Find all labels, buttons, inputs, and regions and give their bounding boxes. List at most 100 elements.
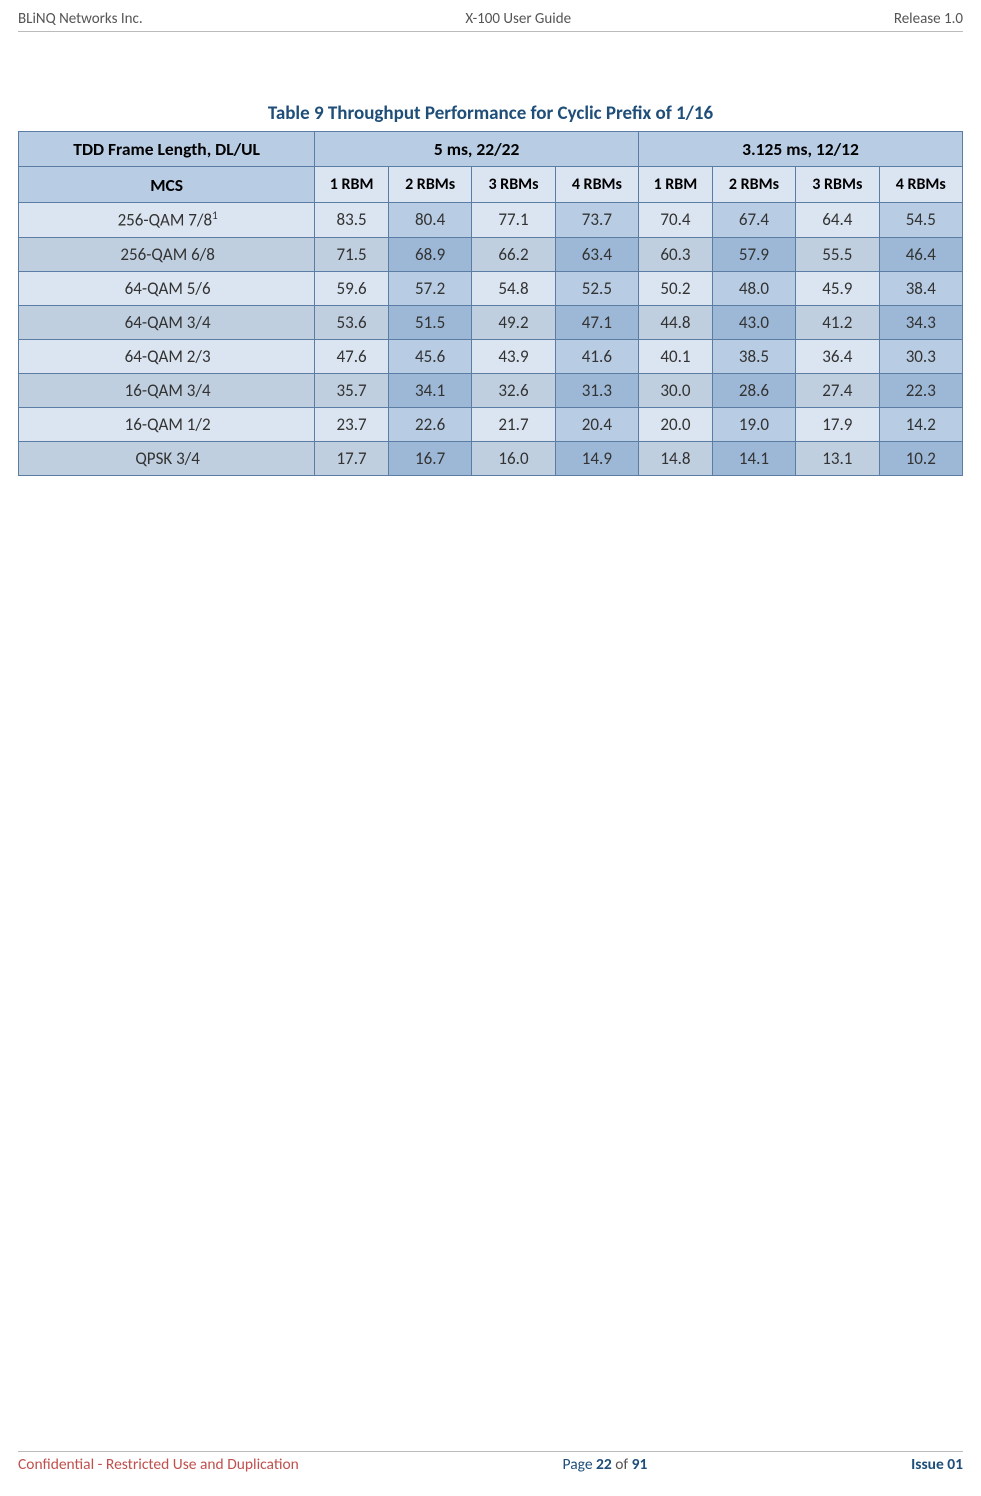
data-cell: 64.4 [796, 203, 879, 238]
table-row: 64-QAM 3/453.651.549.247.144.843.041.234… [19, 305, 963, 339]
col-frame-label: TDD Frame Length, DL/UL [19, 132, 315, 167]
data-cell: 60.3 [639, 237, 713, 271]
col-group-2: 3.125 ms, 12/12 [639, 132, 963, 167]
col-3rbms-a: 3 RBMs [472, 167, 555, 203]
mcs-label: 16-QAM 1/2 [19, 407, 315, 441]
data-cell: 22.6 [388, 407, 471, 441]
data-cell: 67.4 [712, 203, 795, 238]
page-prefix: Page [563, 1455, 596, 1474]
data-cell: 43.9 [472, 339, 555, 373]
data-cell: 50.2 [639, 271, 713, 305]
data-cell: 57.9 [712, 237, 795, 271]
table-caption: Table 9 Throughput Performance for Cycli… [18, 102, 963, 125]
data-cell: 55.5 [796, 237, 879, 271]
table-row: QPSK 3/417.716.716.014.914.814.113.110.2 [19, 441, 963, 475]
data-cell: 49.2 [472, 305, 555, 339]
data-cell: 27.4 [796, 373, 879, 407]
mcs-label: 256-QAM 6/8 [19, 237, 315, 271]
data-cell: 13.1 [796, 441, 879, 475]
page-footer: Confidential - Restricted Use and Duplic… [18, 1451, 963, 1474]
data-cell: 14.1 [712, 441, 795, 475]
col-mcs: MCS [19, 167, 315, 203]
col-2rbms-b: 2 RBMs [712, 167, 795, 203]
table-row: 16-QAM 1/223.722.621.720.420.019.017.914… [19, 407, 963, 441]
col-group-1: 5 ms, 22/22 [315, 132, 639, 167]
data-cell: 73.7 [555, 203, 638, 238]
data-cell: 70.4 [639, 203, 713, 238]
col-2rbms-a: 2 RBMs [388, 167, 471, 203]
header-release: Release 1.0 [894, 10, 963, 28]
data-cell: 41.6 [555, 339, 638, 373]
data-cell: 14.9 [555, 441, 638, 475]
data-cell: 21.7 [472, 407, 555, 441]
data-cell: 46.4 [879, 237, 962, 271]
data-cell: 23.7 [315, 407, 389, 441]
table-row: 16-QAM 3/435.734.132.631.330.028.627.422… [19, 373, 963, 407]
data-cell: 10.2 [879, 441, 962, 475]
data-cell: 14.8 [639, 441, 713, 475]
page-of: of [612, 1455, 632, 1474]
data-cell: 71.5 [315, 237, 389, 271]
col-1rbm-b: 1 RBM [639, 167, 713, 203]
table-row: 64-QAM 2/347.645.643.941.640.138.536.430… [19, 339, 963, 373]
data-cell: 16.0 [472, 441, 555, 475]
data-cell: 54.8 [472, 271, 555, 305]
mcs-label: QPSK 3/4 [19, 441, 315, 475]
data-cell: 16.7 [388, 441, 471, 475]
data-cell: 40.1 [639, 339, 713, 373]
page-total: 91 [632, 1455, 648, 1474]
data-cell: 41.2 [796, 305, 879, 339]
data-cell: 35.7 [315, 373, 389, 407]
mcs-label: 16-QAM 3/4 [19, 373, 315, 407]
data-cell: 77.1 [472, 203, 555, 238]
data-cell: 68.9 [388, 237, 471, 271]
data-cell: 38.4 [879, 271, 962, 305]
data-cell: 57.2 [388, 271, 471, 305]
col-4rbms-a: 4 RBMs [555, 167, 638, 203]
data-cell: 30.0 [639, 373, 713, 407]
data-cell: 17.9 [796, 407, 879, 441]
page-header: BLiNQ Networks Inc. X-100 User Guide Rel… [18, 10, 963, 32]
footer-confidential: Confidential - Restricted Use and Duplic… [18, 1455, 299, 1474]
col-1rbm-a: 1 RBM [315, 167, 389, 203]
data-cell: 52.5 [555, 271, 638, 305]
col-4rbms-b: 4 RBMs [879, 167, 962, 203]
mcs-label: 64-QAM 5/6 [19, 271, 315, 305]
data-cell: 43.0 [712, 305, 795, 339]
data-cell: 51.5 [388, 305, 471, 339]
header-title: X-100 User Guide [465, 10, 571, 28]
data-cell: 80.4 [388, 203, 471, 238]
data-cell: 45.6 [388, 339, 471, 373]
data-cell: 32.6 [472, 373, 555, 407]
data-cell: 44.8 [639, 305, 713, 339]
data-cell: 83.5 [315, 203, 389, 238]
data-cell: 34.1 [388, 373, 471, 407]
mcs-label: 256-QAM 7/81 [19, 203, 315, 238]
data-cell: 45.9 [796, 271, 879, 305]
data-cell: 19.0 [712, 407, 795, 441]
data-cell: 14.2 [879, 407, 962, 441]
footnote-sup: 1 [212, 209, 218, 222]
table-row: 256-QAM 6/871.568.966.263.460.357.955.54… [19, 237, 963, 271]
data-cell: 20.0 [639, 407, 713, 441]
data-cell: 47.1 [555, 305, 638, 339]
data-cell: 63.4 [555, 237, 638, 271]
col-3rbms-b: 3 RBMs [796, 167, 879, 203]
data-cell: 22.3 [879, 373, 962, 407]
table-row: 64-QAM 5/659.657.254.852.550.248.045.938… [19, 271, 963, 305]
data-cell: 38.5 [712, 339, 795, 373]
data-cell: 30.3 [879, 339, 962, 373]
data-cell: 47.6 [315, 339, 389, 373]
data-cell: 59.6 [315, 271, 389, 305]
header-company: BLiNQ Networks Inc. [18, 10, 143, 28]
table-row: 256-QAM 7/8183.580.477.173.770.467.464.4… [19, 203, 963, 238]
data-cell: 17.7 [315, 441, 389, 475]
footer-issue: Issue 01 [911, 1455, 963, 1474]
data-cell: 20.4 [555, 407, 638, 441]
footer-page: Page 22 of 91 [563, 1455, 648, 1474]
throughput-table: TDD Frame Length, DL/UL 5 ms, 22/22 3.12… [18, 131, 963, 476]
page-number: 22 [596, 1455, 612, 1474]
data-cell: 66.2 [472, 237, 555, 271]
data-cell: 53.6 [315, 305, 389, 339]
data-cell: 54.5 [879, 203, 962, 238]
